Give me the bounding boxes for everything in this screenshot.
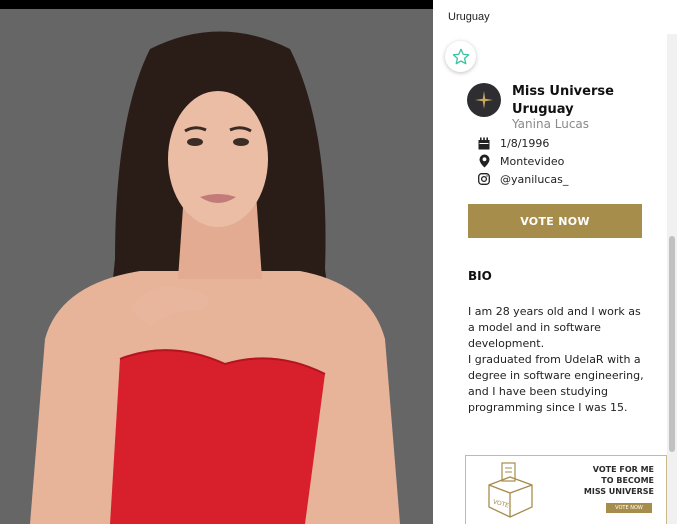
sparkle-star-icon bbox=[475, 91, 493, 109]
favorite-button[interactable] bbox=[445, 41, 476, 72]
contestant-name: Yanina Lucas bbox=[512, 117, 590, 131]
ballot-box-label: VOTE bbox=[492, 499, 510, 510]
city-value: Montevideo bbox=[500, 154, 565, 168]
instagram-icon bbox=[477, 172, 491, 186]
contestant-photo bbox=[0, 0, 433, 524]
org-logo bbox=[467, 83, 501, 117]
scrollbar-thumb[interactable] bbox=[669, 236, 675, 452]
vote-now-button[interactable]: VOTE NOW bbox=[468, 204, 642, 238]
bio-text: I am 28 years old and I work as a model … bbox=[468, 305, 644, 414]
calendar-icon bbox=[477, 136, 491, 150]
location-pin-icon bbox=[477, 154, 491, 168]
ballot-box-icon: VOTE bbox=[488, 462, 533, 518]
contestant-portrait bbox=[30, 31, 400, 524]
instagram-handle[interactable]: @yanilucas_ bbox=[500, 173, 568, 186]
banner-text: VOTE FOR ME TO BECOME MISS UNIVERSE bbox=[583, 465, 654, 496]
instagram-row[interactable]: @yanilucas_ bbox=[477, 171, 568, 187]
city-row: Montevideo bbox=[477, 153, 564, 169]
contestant-details-panel: Uruguay Miss Universe Uruguay Yanina Luc… bbox=[433, 0, 680, 524]
bio-heading: BIO bbox=[468, 269, 492, 283]
photo-top-bar bbox=[0, 0, 433, 9]
pageant-title: Miss Universe Uruguay bbox=[512, 84, 614, 117]
star-outline-icon bbox=[452, 48, 469, 64]
country-label: Uruguay bbox=[448, 11, 490, 23]
vote-banner[interactable]: VOTE VOTE FOR ME TO BECOME MISS UNIVERSE… bbox=[465, 455, 667, 524]
banner-vote-button[interactable]: VOTE NOW bbox=[606, 503, 652, 513]
birthdate-value: 1/8/1996 bbox=[500, 136, 550, 150]
birthdate-row: 1/8/1996 bbox=[477, 135, 549, 151]
